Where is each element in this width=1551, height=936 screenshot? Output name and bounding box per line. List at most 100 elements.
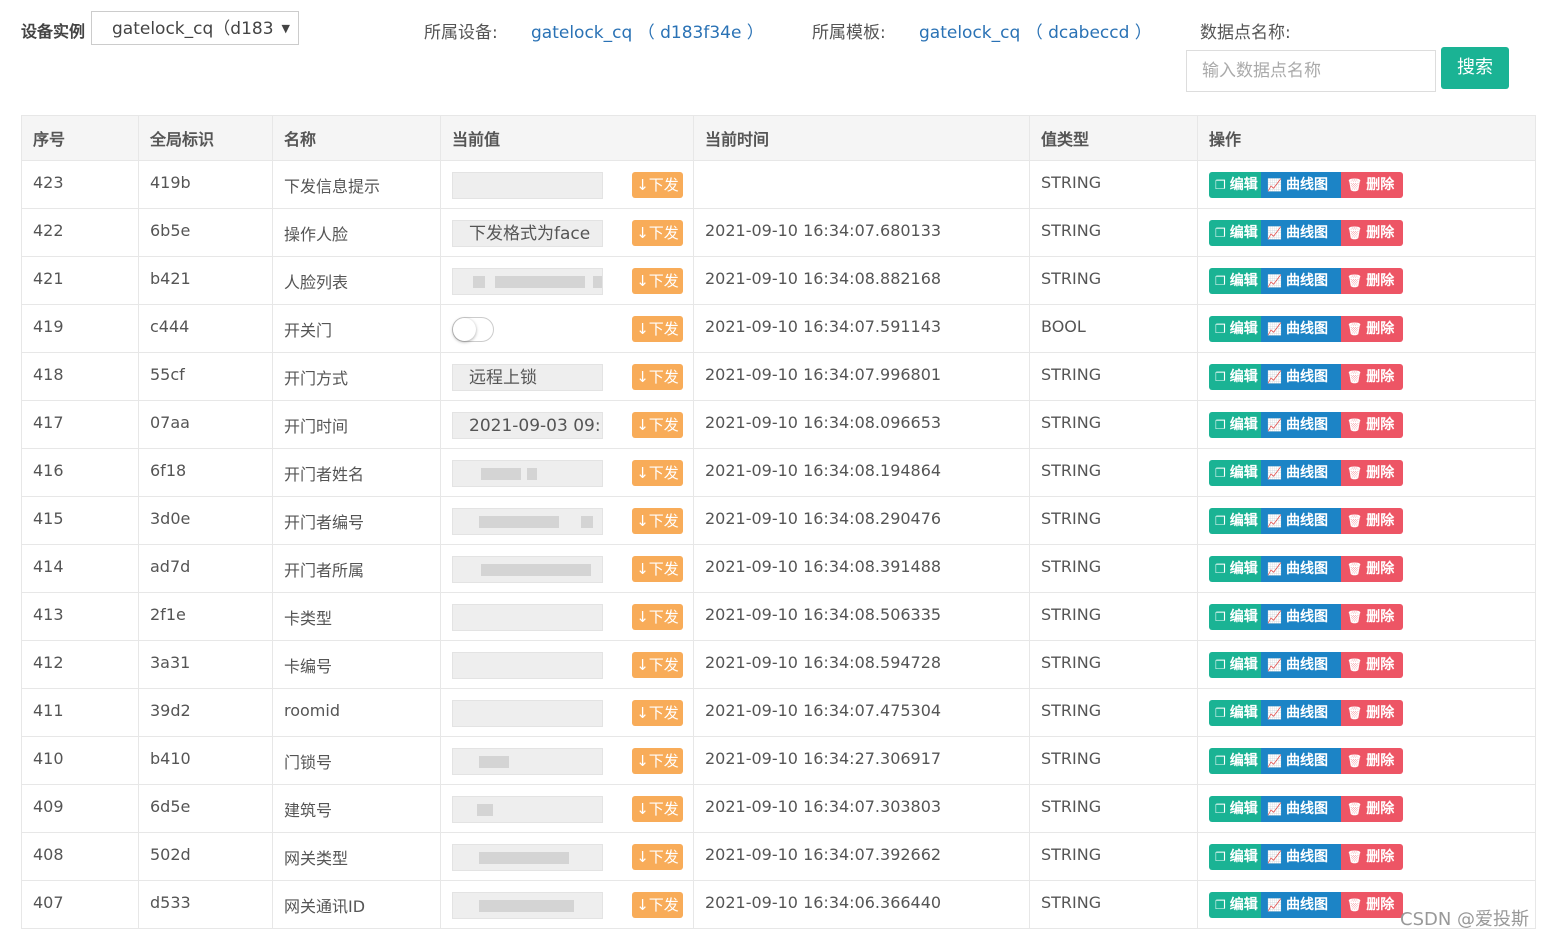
chart-button[interactable]: 📈 曲线图 (1261, 796, 1341, 822)
value-input[interactable] (452, 508, 603, 535)
trash-icon: 🗑 (1347, 514, 1363, 528)
header-name[interactable]: 名称 (272, 115, 441, 161)
send-button[interactable]: ↓下发 (632, 892, 683, 918)
delete-button[interactable]: 🗑 删除 (1341, 748, 1403, 774)
send-button[interactable]: ↓下发 (632, 364, 683, 390)
header-no[interactable]: 序号 (21, 115, 139, 161)
value-input[interactable] (452, 268, 603, 295)
header-time[interactable]: 当前时间 (693, 115, 1030, 161)
value-input[interactable] (452, 460, 603, 487)
instance-select[interactable]: gatelock_cq（d183 ▼ (91, 11, 299, 45)
edit-button[interactable]: ❐ 编辑 (1209, 652, 1261, 678)
delete-button[interactable]: 🗑 删除 (1341, 700, 1403, 726)
edit-button[interactable]: ❐ 编辑 (1209, 748, 1261, 774)
chart-button[interactable]: 📈 曲线图 (1261, 364, 1341, 390)
chart-button[interactable]: 📈 曲线图 (1261, 268, 1341, 294)
send-button[interactable]: ↓下发 (632, 700, 683, 726)
edit-button[interactable]: ❐ 编辑 (1209, 700, 1261, 726)
template-link[interactable]: gatelock_cq （ dcabeccd ） (919, 18, 1152, 43)
send-button[interactable]: ↓下发 (632, 796, 683, 822)
chart-button[interactable]: 📈 曲线图 (1261, 508, 1341, 534)
edit-button[interactable]: ❐ 编辑 (1209, 556, 1261, 582)
edit-button[interactable]: ❐ 编辑 (1209, 508, 1261, 534)
edit-button[interactable]: ❐ 编辑 (1209, 412, 1261, 438)
delete-button[interactable]: 🗑 删除 (1341, 364, 1403, 390)
send-button[interactable]: ↓下发 (632, 748, 683, 774)
delete-button[interactable]: 🗑 删除 (1341, 172, 1403, 198)
send-button[interactable]: ↓下发 (632, 604, 683, 630)
send-button[interactable]: ↓下发 (632, 412, 683, 438)
edit-button[interactable]: ❐ 编辑 (1209, 844, 1261, 870)
edit-button[interactable]: ❐ 编辑 (1209, 796, 1261, 822)
cell-gid: ad7d (138, 544, 273, 593)
delete-button[interactable]: 🗑 删除 (1341, 844, 1403, 870)
send-button[interactable]: ↓下发 (632, 508, 683, 534)
device-link[interactable]: gatelock_cq （ d183f34e ） (531, 18, 764, 43)
value-input[interactable] (452, 604, 603, 631)
send-button[interactable]: ↓下发 (632, 844, 683, 870)
edit-button[interactable]: ❐ 编辑 (1209, 460, 1261, 486)
delete-button[interactable]: 🗑 删除 (1341, 652, 1403, 678)
value-input[interactable]: 下发格式为face (452, 220, 603, 247)
chart-button[interactable]: 📈 曲线图 (1261, 412, 1341, 438)
cell-name: 操作人脸 (272, 208, 441, 257)
value-input[interactable] (452, 652, 603, 679)
header-value[interactable]: 当前值 (440, 115, 694, 161)
value-input[interactable] (452, 748, 603, 775)
value-toggle[interactable] (452, 317, 494, 342)
delete-button[interactable]: 🗑 删除 (1341, 796, 1403, 822)
cell-time: 2021-09-10 16:34:07.591143 (693, 304, 1030, 353)
edit-button[interactable]: ❐ 编辑 (1209, 220, 1261, 246)
edit-button[interactable]: ❐ 编辑 (1209, 316, 1261, 342)
send-button[interactable]: ↓下发 (632, 556, 683, 582)
delete-button[interactable]: 🗑 删除 (1341, 508, 1403, 534)
delete-button[interactable]: 🗑 删除 (1341, 268, 1403, 294)
send-button[interactable]: ↓下发 (632, 652, 683, 678)
delete-button[interactable]: 🗑 删除 (1341, 412, 1403, 438)
edit-button[interactable]: ❐ 编辑 (1209, 604, 1261, 630)
chart-button[interactable]: 📈 曲线图 (1261, 652, 1341, 678)
action-group: ❐ 编辑 📈 曲线图 🗑 删除 (1209, 316, 1524, 342)
delete-button[interactable]: 🗑 删除 (1341, 220, 1403, 246)
cell-gid: c444 (138, 304, 273, 353)
header-type[interactable]: 值类型 (1029, 115, 1198, 161)
delete-button[interactable]: 🗑 删除 (1341, 892, 1403, 918)
send-button[interactable]: ↓下发 (632, 172, 683, 198)
edit-button[interactable]: ❐ 编辑 (1209, 268, 1261, 294)
header-actions[interactable]: 操作 (1197, 115, 1536, 161)
edit-button[interactable]: ❐ 编辑 (1209, 892, 1261, 918)
chart-button[interactable]: 📈 曲线图 (1261, 220, 1341, 246)
search-button[interactable]: 搜索 (1441, 47, 1509, 89)
delete-button[interactable]: 🗑 删除 (1341, 556, 1403, 582)
value-input[interactable] (452, 700, 603, 727)
chart-button[interactable]: 📈 曲线图 (1261, 892, 1341, 918)
header-gid[interactable]: 全局标识 (138, 115, 273, 161)
delete-button[interactable]: 🗑 删除 (1341, 316, 1403, 342)
delete-button[interactable]: 🗑 删除 (1341, 604, 1403, 630)
send-button[interactable]: ↓下发 (632, 220, 683, 246)
cell-value: ↓下发 (440, 592, 694, 641)
chart-button[interactable]: 📈 曲线图 (1261, 700, 1341, 726)
send-button[interactable]: ↓下发 (632, 460, 683, 486)
value-input[interactable]: 2021-09-03 09: (452, 412, 603, 439)
chart-button[interactable]: 📈 曲线图 (1261, 748, 1341, 774)
action-group: ❐ 编辑 📈 曲线图 🗑 删除 (1209, 460, 1524, 486)
value-input[interactable] (452, 844, 603, 871)
value-input[interactable] (452, 556, 603, 583)
datapoint-search-input[interactable] (1186, 50, 1436, 92)
chart-button[interactable]: 📈 曲线图 (1261, 844, 1341, 870)
chart-button[interactable]: 📈 曲线图 (1261, 604, 1341, 630)
chart-button[interactable]: 📈 曲线图 (1261, 316, 1341, 342)
chart-button[interactable]: 📈 曲线图 (1261, 460, 1341, 486)
send-button[interactable]: ↓下发 (632, 268, 683, 294)
edit-button[interactable]: ❐ 编辑 (1209, 172, 1261, 198)
chart-button[interactable]: 📈 曲线图 (1261, 172, 1341, 198)
value-input[interactable] (452, 796, 603, 823)
edit-button[interactable]: ❐ 编辑 (1209, 364, 1261, 390)
value-input[interactable] (452, 892, 603, 919)
delete-button[interactable]: 🗑 删除 (1341, 460, 1403, 486)
value-input[interactable]: 远程上锁 (452, 364, 603, 391)
send-button[interactable]: ↓下发 (632, 316, 683, 342)
chart-button[interactable]: 📈 曲线图 (1261, 556, 1341, 582)
value-input[interactable] (452, 172, 603, 199)
